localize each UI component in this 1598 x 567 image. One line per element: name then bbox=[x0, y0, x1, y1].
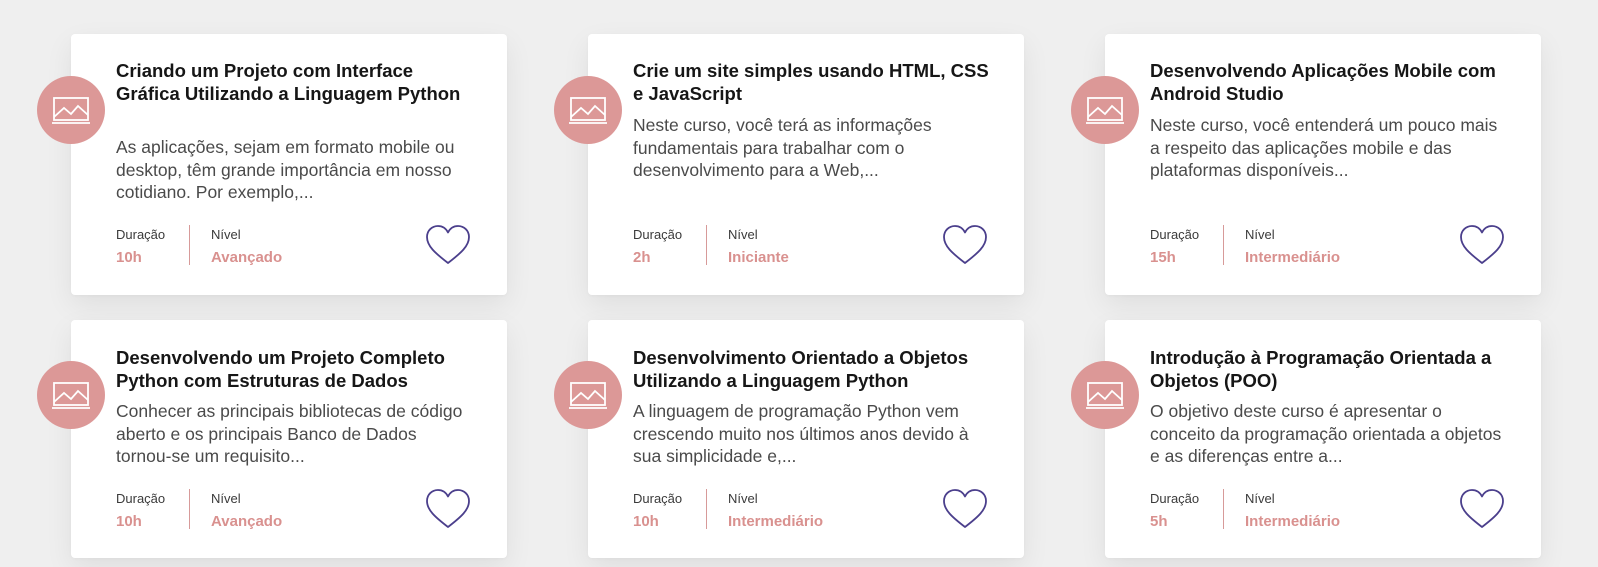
level-block: Nível Avançado bbox=[211, 491, 282, 531]
level-value: Intermediário bbox=[728, 513, 824, 530]
duration-value: 10h bbox=[633, 513, 659, 530]
course-description: O objetivo deste curso é apresentar o co… bbox=[1150, 401, 1502, 466]
level-block: Nível Intermediário bbox=[728, 491, 823, 531]
duration-block: Duração 10h bbox=[116, 491, 165, 531]
duration-label: Duração bbox=[1150, 227, 1200, 242]
image-placeholder-icon bbox=[554, 361, 622, 429]
level-block: Nível Intermediário bbox=[1245, 491, 1340, 531]
course-description: As aplicações, sejam em formato mobile o… bbox=[116, 137, 455, 202]
level-block: Nível Iniciante bbox=[728, 227, 789, 267]
level-block: Nível Avançado bbox=[211, 227, 282, 267]
duration-block: Duração 10h bbox=[116, 227, 165, 267]
course-card[interactable]: Criando um Projeto com Interface Gráfica… bbox=[37, 34, 507, 295]
course-description: Conhecer as principais bibliotecas de có… bbox=[116, 401, 463, 466]
course-card[interactable]: Introdução à Programação Orientada a Obj… bbox=[1071, 320, 1541, 558]
level-value: Iniciante bbox=[728, 249, 789, 266]
course-title[interactable]: Crie um site simples usando HTML, CSS e … bbox=[633, 59, 993, 105]
duration-block: Duração 15h bbox=[1150, 227, 1199, 267]
meta-divider bbox=[706, 225, 707, 265]
course-title[interactable]: Desenvolvendo um Projeto Completo Python… bbox=[116, 346, 476, 392]
level-value: Intermediário bbox=[1245, 249, 1341, 266]
course-card[interactable]: Desenvolvimento Orientado a Objetos Util… bbox=[554, 320, 1024, 558]
course-card[interactable]: Desenvolvendo um Projeto Completo Python… bbox=[37, 320, 507, 558]
heart-outline-icon bbox=[943, 225, 987, 264]
favorite-button[interactable] bbox=[942, 224, 988, 266]
duration-label: Duração bbox=[116, 227, 166, 242]
level-value: Intermediário bbox=[1245, 513, 1341, 530]
level-label: Nível bbox=[728, 227, 758, 242]
duration-label: Duração bbox=[633, 491, 683, 506]
favorite-button[interactable] bbox=[1459, 488, 1505, 530]
favorite-button[interactable] bbox=[425, 224, 471, 266]
duration-label: Duração bbox=[1150, 491, 1200, 506]
duration-block: Duração 2h bbox=[633, 227, 682, 267]
meta-divider bbox=[1223, 225, 1224, 265]
level-label: Nível bbox=[211, 491, 241, 506]
heart-outline-icon bbox=[1460, 489, 1504, 528]
duration-value: 10h bbox=[116, 249, 142, 266]
duration-value: 2h bbox=[633, 249, 651, 266]
level-value: Avançado bbox=[211, 249, 283, 266]
heart-outline-icon bbox=[426, 225, 470, 264]
meta-divider bbox=[1223, 489, 1224, 529]
heart-outline-icon bbox=[943, 489, 987, 528]
level-value: Avançado bbox=[211, 513, 283, 530]
course-title[interactable]: Desenvolvimento Orientado a Objetos Util… bbox=[633, 346, 993, 392]
image-placeholder-icon bbox=[554, 76, 622, 144]
level-label: Nível bbox=[211, 227, 241, 242]
heart-outline-icon bbox=[1460, 225, 1504, 264]
image-placeholder-icon bbox=[37, 76, 105, 144]
duration-value: 10h bbox=[116, 513, 142, 530]
duration-block: Duração 10h bbox=[633, 491, 682, 531]
image-placeholder-icon bbox=[1071, 76, 1139, 144]
course-card[interactable]: Desenvolvendo Aplicações Mobile com Andr… bbox=[1071, 34, 1541, 295]
favorite-button[interactable] bbox=[1459, 224, 1505, 266]
course-card[interactable]: Crie um site simples usando HTML, CSS e … bbox=[554, 34, 1024, 295]
course-description: Neste curso, você entenderá um pouco mai… bbox=[1150, 115, 1498, 180]
meta-divider bbox=[706, 489, 707, 529]
duration-label: Duração bbox=[633, 227, 683, 242]
course-title[interactable]: Introdução à Programação Orientada a Obj… bbox=[1150, 346, 1510, 392]
level-label: Nível bbox=[728, 491, 758, 506]
level-label: Nível bbox=[1245, 227, 1275, 242]
image-placeholder-icon bbox=[1071, 361, 1139, 429]
duration-value: 15h bbox=[1150, 249, 1176, 266]
course-title[interactable]: Criando um Projeto com Interface Gráfica… bbox=[116, 59, 476, 105]
favorite-button[interactable] bbox=[942, 488, 988, 530]
level-block: Nível Intermediário bbox=[1245, 227, 1340, 267]
course-description: Neste curso, você terá as informações fu… bbox=[633, 115, 932, 180]
course-grid: Criando um Projeto com Interface Gráfica… bbox=[0, 0, 1598, 567]
course-title[interactable]: Desenvolvendo Aplicações Mobile com Andr… bbox=[1150, 59, 1510, 105]
duration-label: Duração bbox=[116, 491, 166, 506]
image-placeholder-icon bbox=[37, 361, 105, 429]
meta-divider bbox=[189, 225, 190, 265]
favorite-button[interactable] bbox=[425, 488, 471, 530]
meta-divider bbox=[189, 489, 190, 529]
level-label: Nível bbox=[1245, 491, 1275, 506]
heart-outline-icon bbox=[426, 489, 470, 528]
duration-value: 5h bbox=[1150, 513, 1168, 530]
course-description: A linguagem de programação Python vem cr… bbox=[633, 401, 969, 466]
duration-block: Duração 5h bbox=[1150, 491, 1199, 531]
